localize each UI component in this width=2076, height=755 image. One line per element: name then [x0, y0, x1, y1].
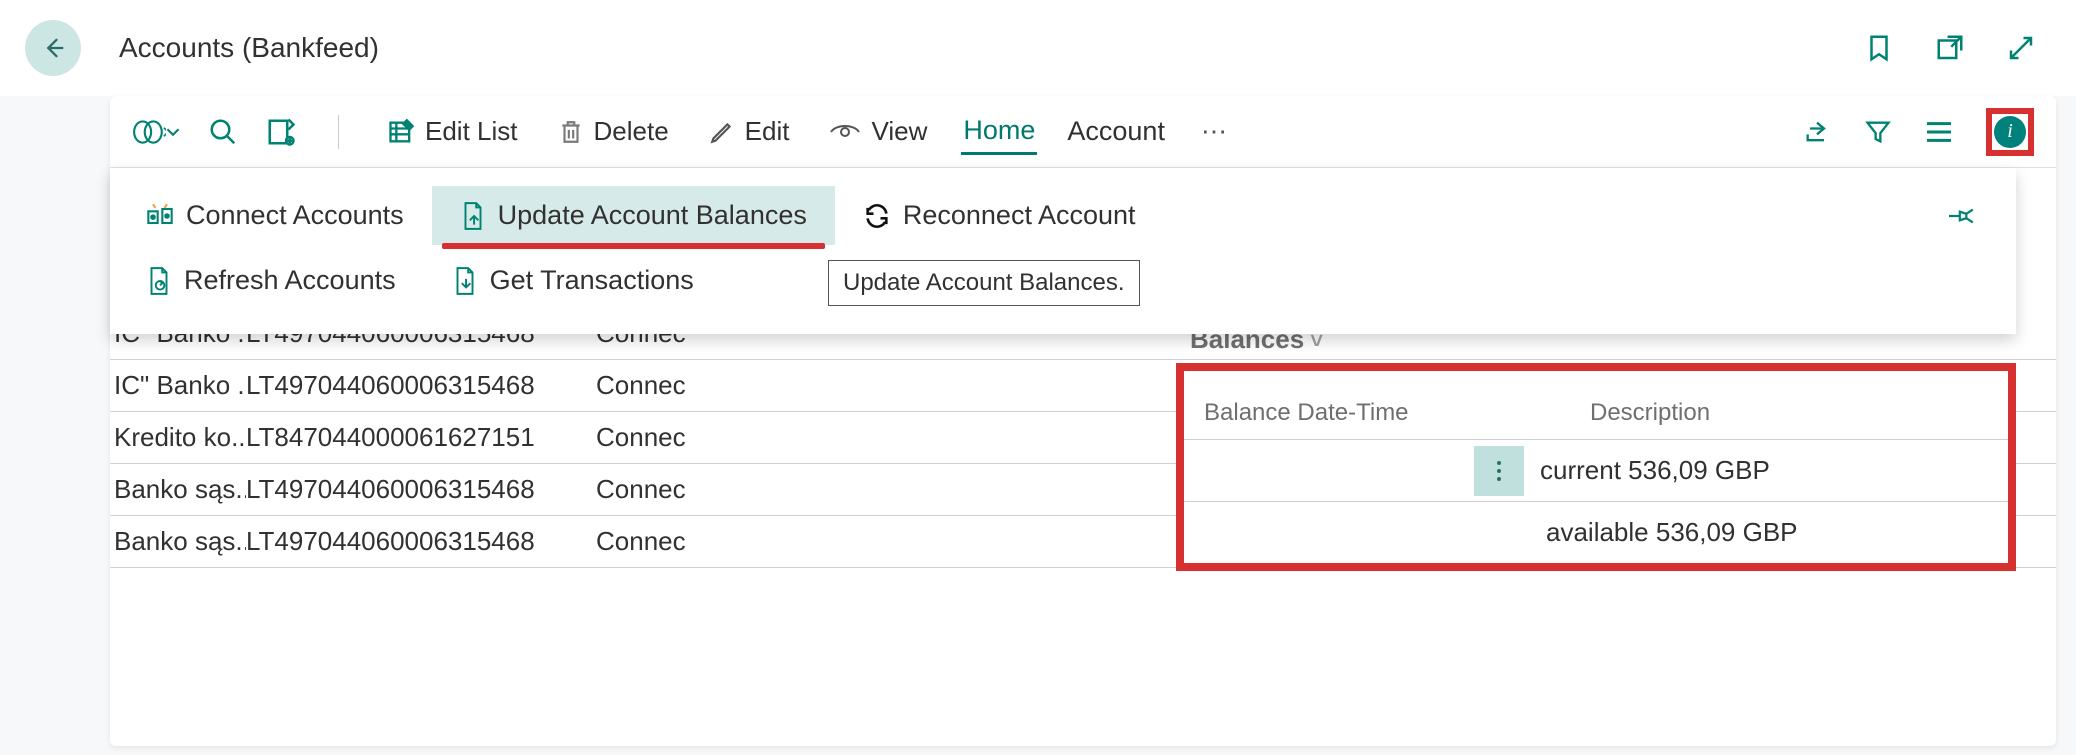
connect-accounts-button[interactable]: Connect Accounts — [118, 186, 432, 245]
arrow-left-icon — [39, 34, 67, 62]
separator — [338, 115, 339, 149]
home-actions-panel: Connect Accounts Update Account Balances… — [110, 168, 2016, 334]
iban-cell: LT497044060006315468 — [246, 370, 576, 401]
bank-cell: Kredito ko... — [114, 422, 246, 453]
pin-icon[interactable] — [1946, 203, 1978, 229]
connect-accounts-label: Connect Accounts — [186, 200, 404, 231]
view-label: View — [871, 116, 927, 147]
back-button[interactable] — [25, 20, 81, 76]
balance-row[interactable]: available 536,09 GBP — [1184, 501, 2008, 563]
header-actions — [1864, 33, 2036, 63]
delete-button[interactable]: Delete — [552, 112, 675, 151]
reconnect-account-label: Reconnect Account — [903, 200, 1136, 231]
iban-cell: LT497044060006315468 — [246, 474, 576, 505]
bank-cell: Banko sąs... — [114, 526, 246, 557]
tab-home[interactable]: Home — [961, 109, 1037, 155]
document-down-icon — [452, 266, 478, 296]
balance-row[interactable]: current 536,09 GBP — [1184, 439, 2008, 501]
update-balances-button[interactable]: Update Account Balances — [432, 186, 835, 245]
list-lines-icon[interactable] — [1924, 120, 1954, 144]
delete-label: Delete — [594, 116, 669, 147]
edit-list-label: Edit List — [425, 116, 518, 147]
iban-cell: LT497044060006315468 — [246, 526, 576, 557]
edit-list-button[interactable]: Edit List — [381, 112, 524, 151]
bank-cell: Banko sąs... — [114, 474, 246, 505]
status-cell: Connec — [576, 526, 736, 557]
filter-icon[interactable] — [1864, 118, 1892, 146]
balances-factbox: Balances Balance Date-Time Description c… — [1176, 316, 2016, 571]
pencil-icon — [709, 119, 735, 145]
document-arrow-icon — [460, 201, 486, 231]
refresh-icon — [863, 202, 891, 230]
share-icon[interactable] — [1802, 118, 1832, 146]
toolbar: Edit List Delete Edit View Home Account … — [110, 96, 2056, 168]
balance-description: available 536,09 GBP — [1524, 517, 1798, 548]
iban-cell: LT847044000061627151 — [246, 422, 576, 453]
get-transactions-button[interactable]: Get Transactions — [424, 251, 722, 310]
refresh-accounts-button[interactable]: Refresh Accounts — [118, 251, 424, 310]
update-balances-label: Update Account Balances — [498, 200, 807, 231]
info-button-highlight: i — [1986, 108, 2034, 156]
bookmark-icon[interactable] — [1864, 33, 1894, 63]
new-icon[interactable] — [266, 117, 296, 147]
content-card: Edit List Delete Edit View Home Account … — [110, 96, 2056, 746]
search-icon[interactable] — [208, 117, 238, 147]
status-cell: Connec — [576, 474, 736, 505]
col-balance-datetime: Balance Date-Time — [1184, 399, 1524, 427]
row-menu-icon[interactable] — [1474, 446, 1524, 496]
factbox-headers: Balance Date-Time Description — [1184, 383, 2008, 439]
info-icon[interactable]: i — [1994, 116, 2026, 148]
page-header: Accounts (Bankfeed) — [0, 0, 2076, 96]
connect-icon — [146, 202, 174, 230]
edit-button[interactable]: Edit — [703, 112, 796, 151]
status-cell: Connec — [576, 422, 736, 453]
tab-account[interactable]: Account — [1065, 110, 1167, 153]
col-description: Description — [1584, 399, 2008, 427]
expand-icon[interactable] — [2006, 33, 2036, 63]
more-button[interactable]: ⋯ — [1195, 112, 1235, 151]
bank-cell: IC" Banko ... — [114, 370, 246, 401]
highlight-underline — [442, 243, 825, 249]
trash-icon — [558, 118, 584, 146]
page-title: Accounts (Bankfeed) — [119, 32, 1864, 64]
edit-list-icon — [387, 118, 415, 146]
eye-icon — [829, 122, 861, 142]
edit-label: Edit — [745, 116, 790, 147]
popout-icon[interactable] — [1934, 33, 1966, 63]
reconnect-account-button[interactable]: Reconnect Account — [835, 186, 1164, 245]
get-transactions-label: Get Transactions — [490, 265, 694, 296]
tooltip: Update Account Balances. — [828, 260, 1140, 306]
status-cell: Connec — [576, 370, 736, 401]
view-switcher-icon[interactable] — [132, 118, 180, 146]
refresh-accounts-label: Refresh Accounts — [184, 265, 396, 296]
view-button[interactable]: View — [823, 112, 933, 151]
document-refresh-icon — [146, 266, 172, 296]
balances-highlight-box: Balance Date-Time Description current 53… — [1176, 363, 2016, 571]
balance-description: current 536,09 GBP — [1524, 455, 1770, 486]
